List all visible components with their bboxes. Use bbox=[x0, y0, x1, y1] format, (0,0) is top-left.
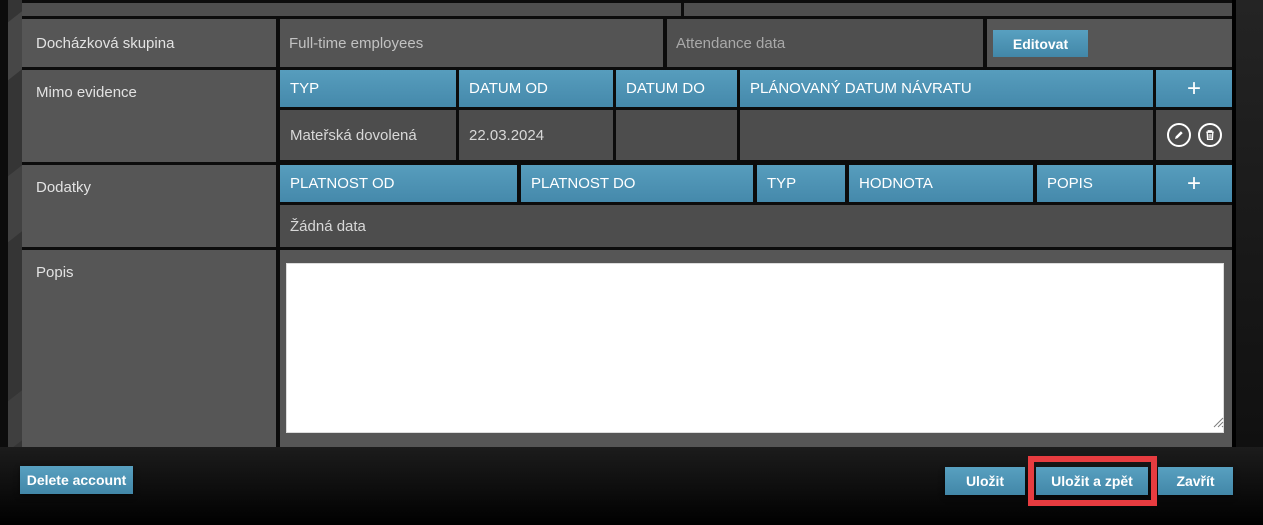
delete-account-label: Delete account bbox=[26, 472, 127, 488]
header-text: HODNOTA bbox=[859, 175, 933, 192]
mimo-add-button[interactable]: + bbox=[1156, 70, 1232, 107]
delete-account-button[interactable]: Delete account bbox=[20, 466, 133, 494]
dodatky-header-platnost-od: PLATNOST OD bbox=[280, 165, 517, 202]
mimo-header-datum-od: DATUM OD bbox=[459, 70, 613, 107]
header-text: PLATNOST DO bbox=[531, 175, 636, 192]
header-text: TYP bbox=[767, 175, 797, 192]
header-text: DATUM DO bbox=[626, 80, 705, 97]
mimo-header-datum-do: DATUM DO bbox=[616, 70, 737, 107]
background-right-panel bbox=[1232, 0, 1263, 447]
attendance-group-label: Docházková skupina bbox=[22, 19, 276, 67]
edit-attendance-button[interactable]: Editovat bbox=[993, 30, 1088, 57]
plus-icon: + bbox=[1186, 169, 1201, 197]
decoration-stripe bbox=[8, 5, 22, 85]
previous-row-partial-left bbox=[22, 3, 681, 16]
popis-label: Popis bbox=[22, 250, 276, 447]
cell-text: 22.03.2024 bbox=[469, 126, 545, 144]
header-text: PLÁNOVANÝ DATUM NÁVRATU bbox=[750, 80, 972, 97]
mimo-evidence-label-text: Mimo evidence bbox=[36, 84, 137, 101]
close-label: Zavřít bbox=[1176, 473, 1215, 489]
popis-field-cell bbox=[280, 250, 1232, 447]
decoration-stripe bbox=[8, 384, 22, 447]
decoration-stripe bbox=[8, 159, 22, 247]
cell-text: Mateřská dovolená bbox=[290, 126, 417, 144]
header-text: PLATNOST OD bbox=[290, 175, 395, 192]
empty-text: Žádná data bbox=[290, 217, 366, 235]
dodatky-label: Dodatky bbox=[22, 165, 276, 247]
popis-textarea[interactable] bbox=[286, 263, 1224, 433]
edit-attendance-button-label: Editovat bbox=[1012, 35, 1069, 52]
mimo-header-planovany-navrat: PLÁNOVANÝ DATUM NÁVRATU bbox=[740, 70, 1153, 107]
popis-label-text: Popis bbox=[36, 264, 74, 281]
dodatky-header-platnost-do: PLATNOST DO bbox=[521, 165, 753, 202]
mimo-row-actions bbox=[1156, 110, 1232, 160]
mimo-row-planovany-navrat bbox=[740, 110, 1153, 160]
attendance-data-field[interactable]: Attendance data bbox=[667, 19, 983, 67]
highlight-box bbox=[1028, 456, 1157, 506]
mimo-evidence-label: Mimo evidence bbox=[22, 70, 276, 162]
dodatky-add-button[interactable]: + bbox=[1156, 165, 1232, 202]
save-button[interactable]: Uložit bbox=[945, 467, 1025, 495]
dodatky-header-hodnota: HODNOTA bbox=[849, 165, 1033, 202]
header-text: TYP bbox=[290, 80, 320, 97]
header-text: POPIS bbox=[1047, 175, 1093, 192]
save-label: Uložit bbox=[965, 473, 1005, 489]
dodatky-header-popis: POPIS bbox=[1037, 165, 1153, 202]
mimo-row-datum-od: 22.03.2024 bbox=[459, 110, 613, 160]
attendance-group-actions-cell: Editovat bbox=[987, 19, 1232, 67]
previous-row-partial-right bbox=[684, 3, 1232, 16]
left-edge-decoration bbox=[8, 0, 22, 447]
edit-row-icon[interactable] bbox=[1166, 122, 1192, 148]
employee-detail-form: Docházková skupina Full-time employees A… bbox=[0, 0, 1263, 525]
mimo-row-datum-do bbox=[616, 110, 737, 160]
close-button[interactable]: Zavřít bbox=[1158, 467, 1233, 495]
attendance-group-field[interactable]: Full-time employees bbox=[280, 19, 663, 67]
dodatky-label-text: Dodatky bbox=[36, 179, 92, 196]
attendance-group-label-text: Docházková skupina bbox=[36, 34, 175, 52]
header-text: DATUM OD bbox=[469, 80, 548, 97]
attendance-group-value: Full-time employees bbox=[289, 34, 424, 52]
attendance-data-value: Attendance data bbox=[676, 34, 786, 52]
dodatky-empty-row: Žádná data bbox=[280, 205, 1232, 247]
dodatky-header-typ: TYP bbox=[757, 165, 845, 202]
plus-icon: + bbox=[1186, 74, 1201, 102]
mimo-row-typ: Mateřská dovolená bbox=[280, 110, 456, 160]
delete-row-icon[interactable] bbox=[1197, 122, 1223, 148]
mimo-header-typ: TYP bbox=[280, 70, 456, 107]
